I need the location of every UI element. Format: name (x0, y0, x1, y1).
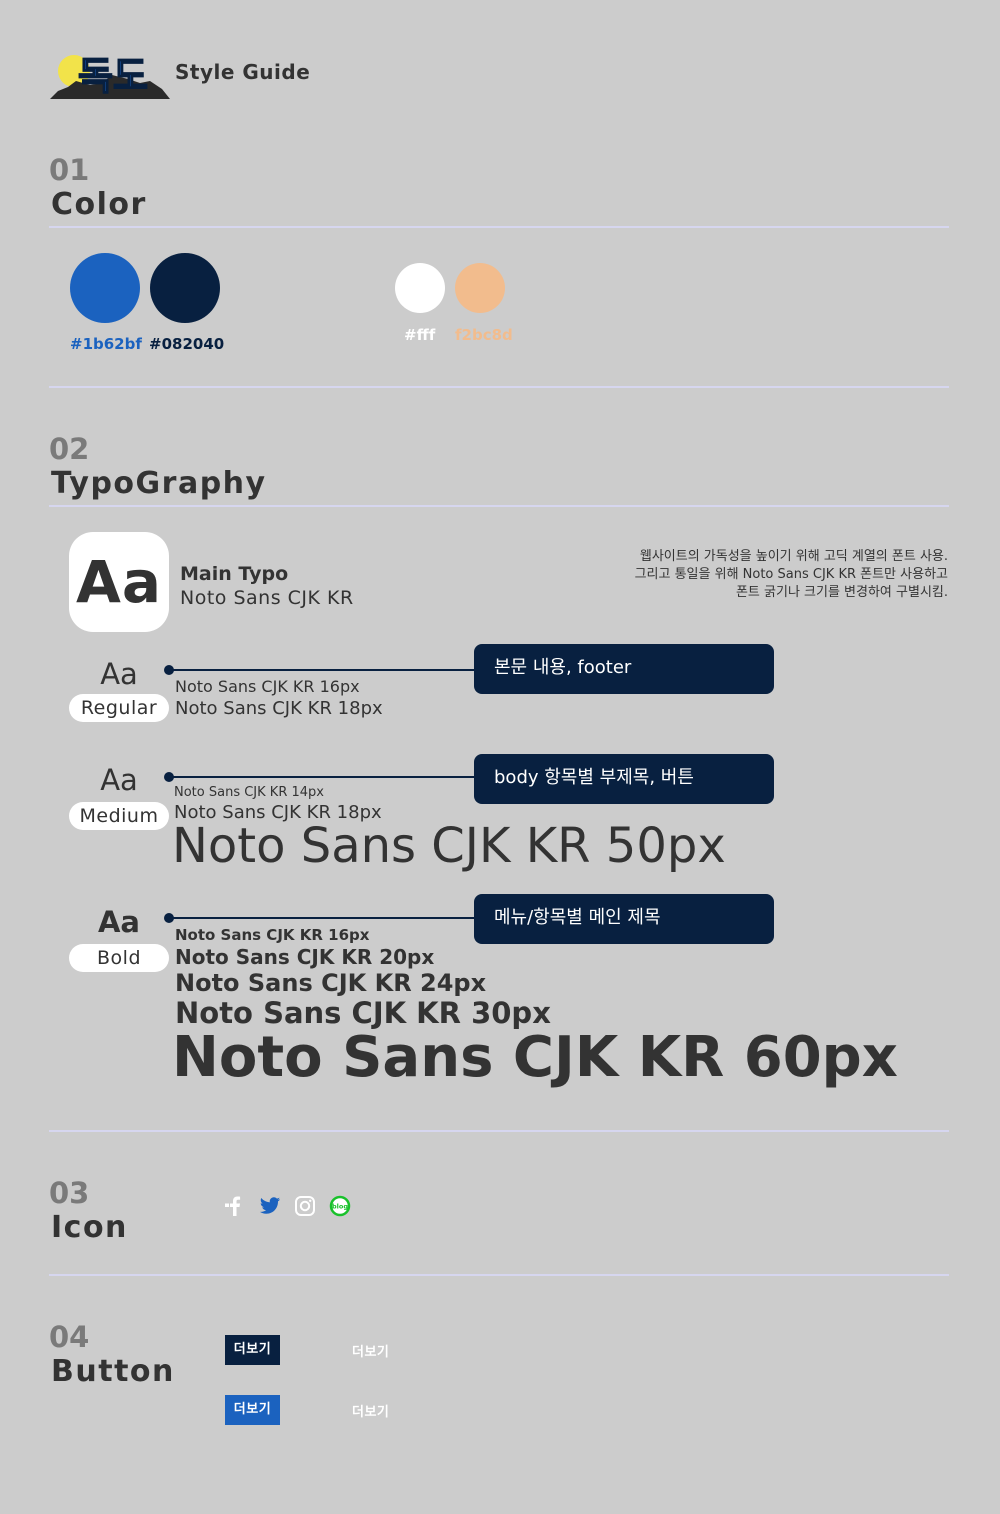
usage-tag-medium: body 항목별 부제목, 버튼 (474, 754, 774, 804)
font-sample-medium-50: Noto Sans CJK KR 50px (172, 818, 726, 874)
color-label-white: #fff (404, 326, 436, 344)
color-swatch-peach (455, 263, 505, 313)
main-typo-label: Main Typo (180, 563, 289, 585)
section-title-button: Button (51, 1354, 175, 1389)
connector-line (169, 776, 474, 778)
main-typo-sample-card: Aa (69, 532, 169, 632)
logo-text: 독도 (78, 54, 148, 98)
weight-glyph-medium: Aa (100, 763, 138, 797)
main-typo-glyph: Aa (75, 548, 163, 616)
blog-icon[interactable]: blog (329, 1195, 351, 1217)
color-label-peach: f2bc8d (455, 326, 513, 344)
color-label-primary-blue: #1b62bf (70, 335, 142, 353)
more-button-ghost[interactable]: 더보기 (352, 1341, 389, 1360)
divider (49, 1130, 949, 1132)
twitter-icon[interactable] (259, 1195, 281, 1217)
description-line: 폰트 굵기나 크기를 변경하여 구별시킴. (735, 585, 948, 600)
weight-glyph-bold: Aa (97, 905, 140, 939)
facebook-icon[interactable] (224, 1195, 246, 1217)
section-number-color: 01 (49, 153, 90, 187)
section-title-typography: TypoGraphy (51, 466, 267, 501)
more-button-navy[interactable]: 더보기 (225, 1335, 280, 1365)
page-title: Style Guide (175, 60, 311, 84)
font-sample-bold-30: Noto Sans CJK KR 30px (175, 996, 551, 1030)
divider (49, 505, 949, 507)
section-title-icon: Icon (51, 1210, 128, 1245)
section-number-button: 04 (49, 1320, 90, 1354)
usage-tag-regular: 본문 내용, footer (474, 644, 774, 694)
main-typo-font-name: Noto Sans CJK KR (180, 587, 354, 609)
color-label-navy: #082040 (149, 335, 225, 353)
description-line: 웹사이트의 가독성을 높이기 위해 고딕 계열의 폰트 사용. (639, 549, 948, 564)
logo[interactable]: 독도 (50, 45, 170, 101)
usage-tag-bold: 메뉴/항목별 메인 제목 (474, 894, 774, 944)
font-sample-bold-16: Noto Sans CJK KR 16px (175, 926, 370, 944)
divider (49, 1274, 949, 1276)
weight-label-medium: Medium (69, 802, 169, 830)
dokdo-logo-graphic: 독도 (50, 53, 170, 99)
font-sample-bold-60: Noto Sans CJK KR 60px (172, 1025, 898, 1090)
color-swatch-primary-blue (70, 253, 140, 323)
section-number-typography: 02 (49, 432, 90, 466)
font-sample-regular-16: Noto Sans CJK KR 16px (175, 677, 360, 696)
connector-line (169, 669, 474, 671)
more-button-ghost[interactable]: 더보기 (352, 1401, 389, 1420)
color-swatch-navy (150, 253, 220, 323)
divider (49, 226, 949, 228)
divider (49, 386, 949, 388)
description-line: 그리고 통일을 위해 Noto Sans CJK KR 폰트만 사용하고 (634, 567, 948, 582)
font-sample-bold-24: Noto Sans CJK KR 24px (175, 969, 487, 997)
weight-label-bold: Bold (69, 944, 169, 972)
instagram-icon[interactable] (294, 1195, 316, 1217)
color-swatch-white (395, 263, 445, 313)
font-sample-bold-20: Noto Sans CJK KR 20px (175, 945, 435, 969)
font-sample-regular-18: Noto Sans CJK KR 18px (175, 698, 383, 719)
weight-label-regular: Regular (69, 694, 169, 722)
section-title-color: Color (51, 187, 147, 222)
blog-icon-text: blog (332, 1203, 348, 1211)
more-button-blue[interactable]: 더보기 (225, 1395, 280, 1425)
section-number-icon: 03 (49, 1176, 90, 1210)
typography-description: 웹사이트의 가독성을 높이기 위해 고딕 계열의 폰트 사용. 그리고 통일을 … (635, 548, 948, 602)
font-sample-medium-14: Noto Sans CJK KR 14px (174, 785, 324, 800)
connector-line (169, 917, 474, 919)
weight-glyph-regular: Aa (100, 657, 138, 691)
